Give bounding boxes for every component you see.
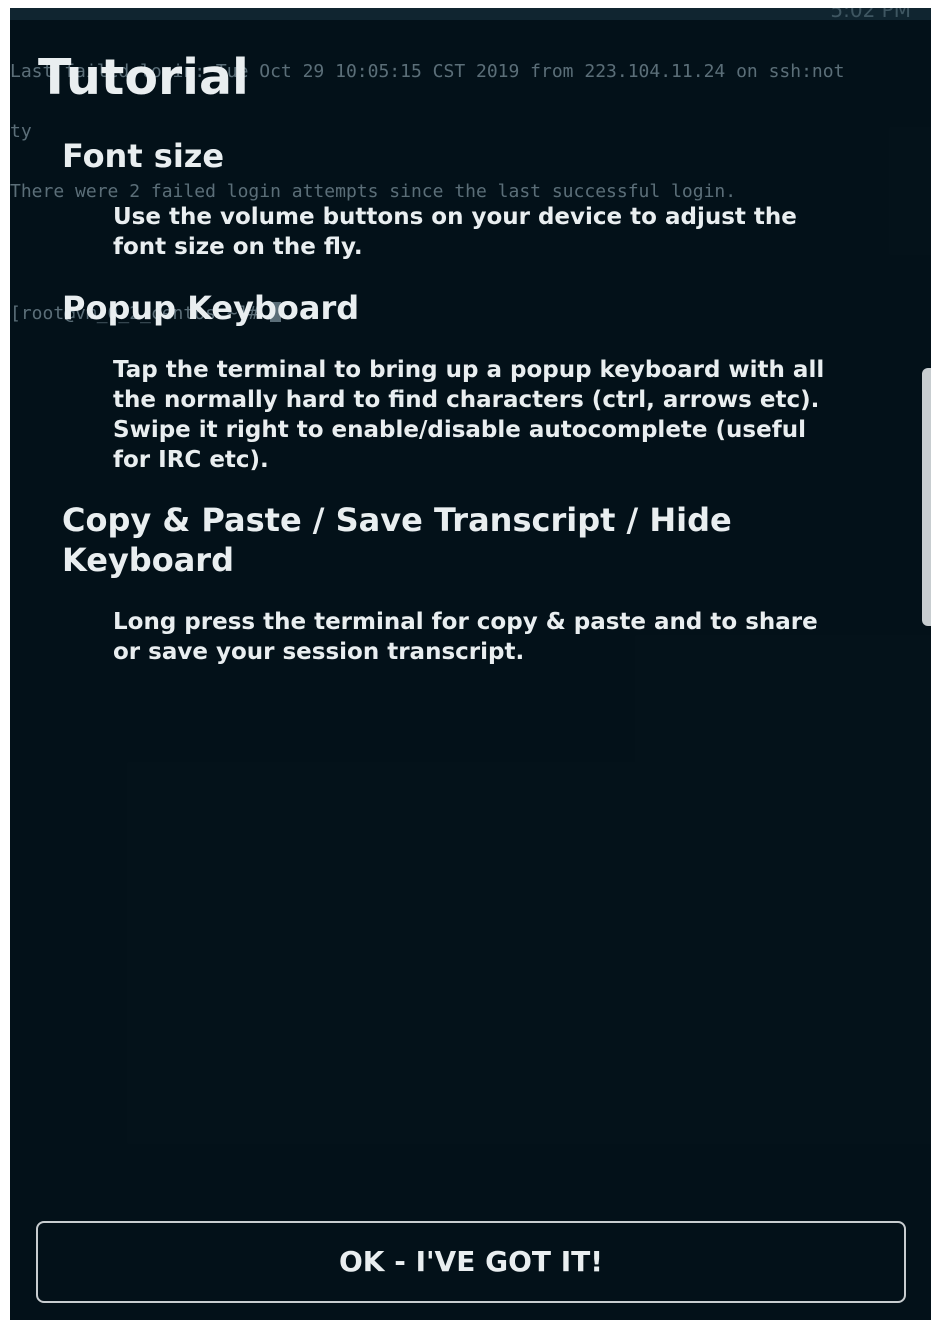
section-body-popup-keyboard: Tap the terminal to bring up a popup key… <box>113 357 825 473</box>
terminal-app-screen: 5:02 PM Last failed login: Tue Oct 29 10… <box>10 8 931 1320</box>
ok-got-it-button[interactable]: OK - I'VE GOT IT! <box>36 1221 906 1303</box>
section-heading-copy-paste: Copy & Paste / Save Transcript / Hide Ke… <box>62 501 732 579</box>
section-heading-popup-keyboard: Popup Keyboard <box>62 289 360 327</box>
section-heading-font-size: Font size <box>62 137 225 175</box>
section-body-font-size: Use the volume buttons on your device to… <box>113 204 797 260</box>
tutorial-dialog: Tutorial Font size Use the volume button… <box>10 8 931 1320</box>
tutorial-title: Tutorial <box>38 49 249 106</box>
section-body-copy-paste: Long press the terminal for copy & paste… <box>113 609 818 665</box>
scrollbar-handle[interactable] <box>922 368 931 626</box>
